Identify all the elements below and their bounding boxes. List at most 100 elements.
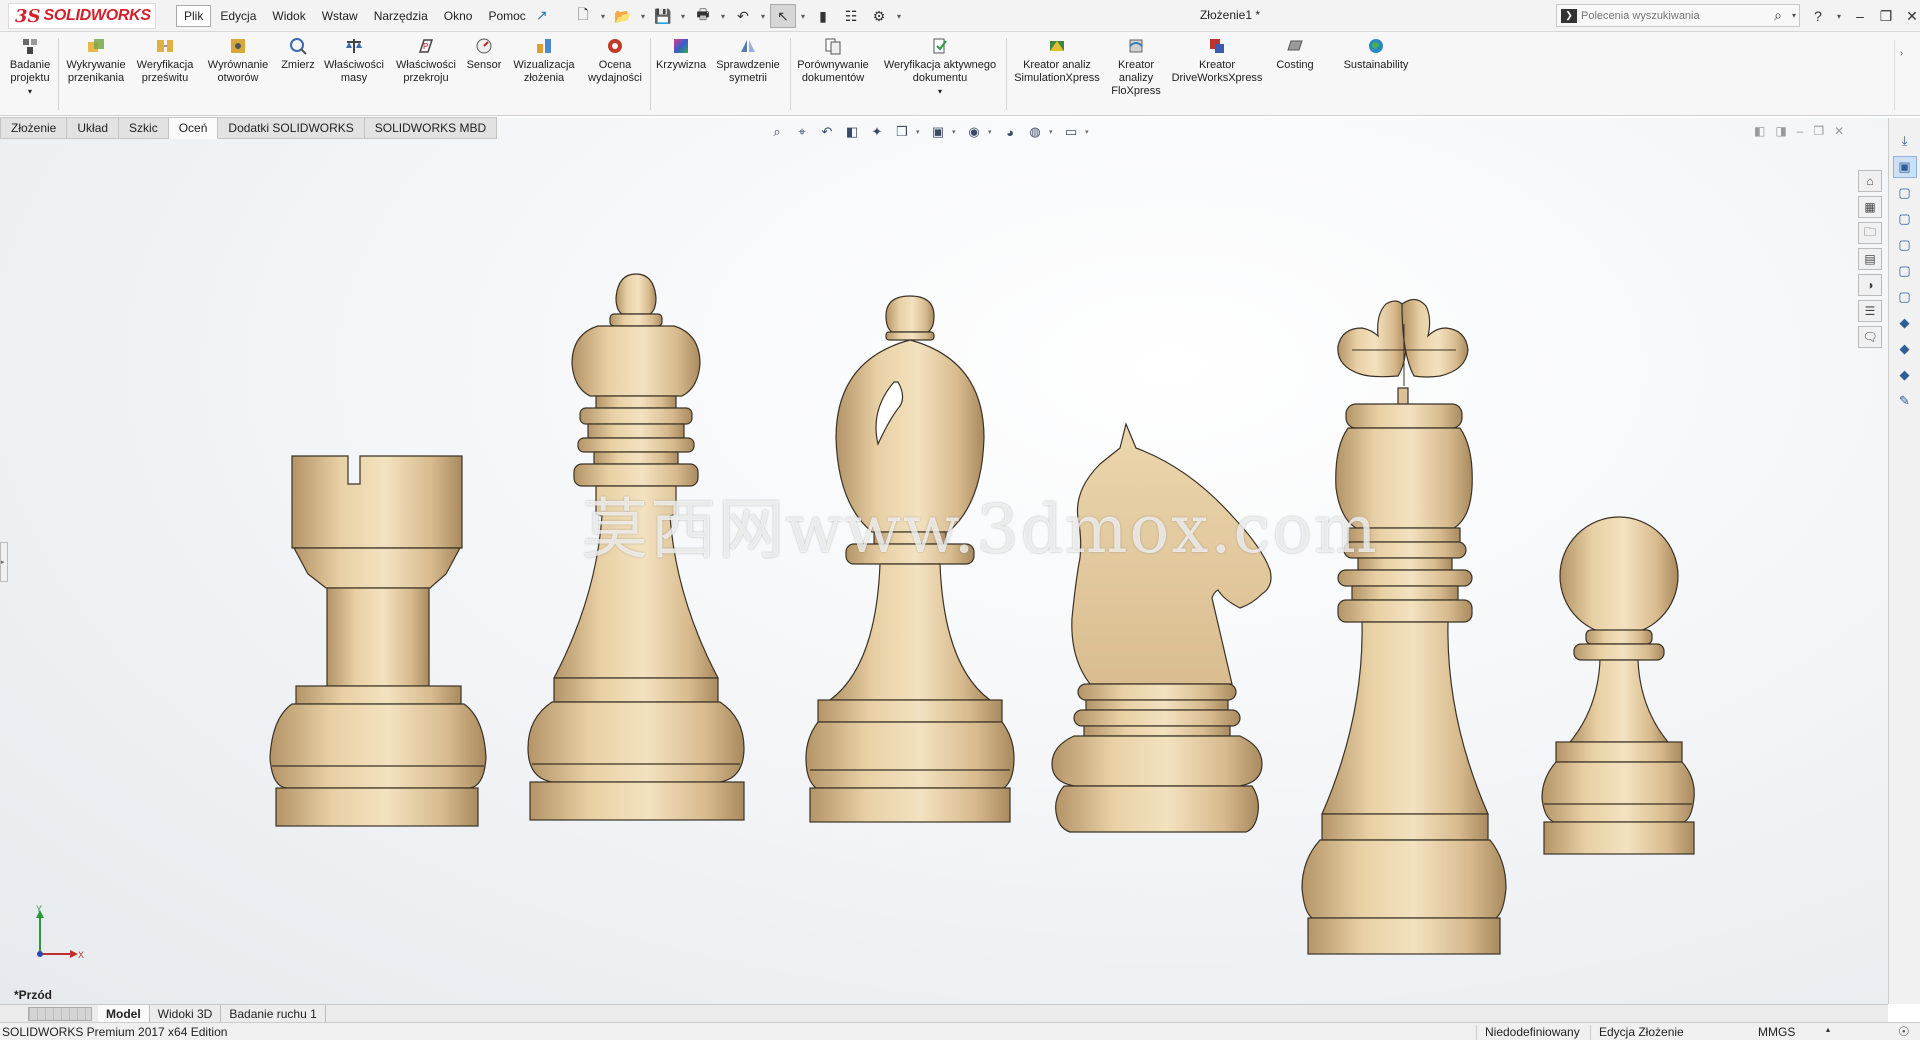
rook-piece[interactable] (269, 455, 487, 827)
isometric-cube-icon[interactable]: ◆ (1893, 312, 1917, 334)
driveworksxpress-button[interactable]: Kreator DriveWorksXpress (1168, 36, 1266, 85)
costing-label: Costing (1276, 59, 1314, 71)
floxpress-label-3: FloXpress (1111, 85, 1161, 97)
menu-pomoc[interactable]: Pomoc (481, 6, 532, 26)
tab-scroller[interactable] (28, 1006, 92, 1021)
simulationxpress-button[interactable]: Kreator analiz SimulationXpress (1010, 36, 1104, 85)
menu-okno[interactable]: Okno (437, 6, 480, 26)
check-active-document-button[interactable]: Weryfikacja aktywnego dokumentu ▾ (878, 36, 1002, 98)
custom-properties-icon[interactable]: ☰ (1858, 300, 1882, 322)
mass-properties-icon (346, 39, 362, 53)
tab-3d-views[interactable]: Widoki 3D (150, 1004, 222, 1023)
costing-button[interactable]: Costing (1268, 36, 1322, 72)
assembly-visualization-button[interactable]: Wizualizacja złożenia (508, 36, 580, 85)
tab-model[interactable]: Model (98, 1004, 150, 1023)
task-pane-collapse-icon[interactable]: ⤓ (1893, 130, 1917, 152)
dimetric-cube-icon[interactable]: ◆ (1893, 364, 1917, 386)
hole-alignment-label-1: Wyrównanie (207, 59, 269, 71)
sensor-gauge-icon (476, 38, 492, 54)
undo-icon[interactable]: ↶ (730, 4, 756, 28)
search-icon[interactable]: ⌕ (1767, 7, 1789, 24)
driveworksxpress-icon (1210, 39, 1224, 53)
design-library-icon[interactable]: ▦ (1858, 196, 1882, 218)
floxpress-button[interactable]: Kreator analizy FloXpress (1104, 36, 1168, 98)
tab-motion-study[interactable]: Badanie ruchu 1 (221, 1004, 326, 1023)
select-dropdown-caret[interactable]: ▾ (798, 12, 808, 21)
task-pane: ⤓ ▣ ▢ ▢ ▢ ▢ ▢ ◆ ◆ ◆ ✎ (1888, 118, 1920, 1004)
menu-widok[interactable]: Widok (265, 6, 312, 26)
appearances-icon[interactable]: ◑ (1858, 274, 1882, 296)
section-properties-button[interactable]: P Właściwości przekroju (394, 36, 458, 85)
help-dropdown-caret[interactable]: ▾ (1834, 12, 1844, 21)
simulationxpress-label-1: Kreator analiz (1023, 59, 1091, 71)
view-left-cube-icon[interactable]: ▢ (1893, 260, 1917, 282)
compare-documents-button[interactable]: Porównywanie dokumentów (794, 36, 872, 85)
undo-dropdown-caret[interactable]: ▾ (758, 12, 768, 21)
measure-button[interactable]: Zmierz (278, 36, 318, 72)
traffic-light-rebuild-icon[interactable]: ▮ (810, 4, 836, 28)
symmetry-check-button[interactable]: Sprawdzenie symetrii (712, 36, 784, 85)
clearance-label-1: Weryfikacja (136, 59, 194, 71)
simulationxpress-label-2: SimulationXpress (1014, 72, 1100, 84)
quick-tips-help-icon[interactable]: ☉ (1898, 1024, 1910, 1040)
interference-detection-button[interactable]: Wykrywanie przenikania (62, 36, 130, 85)
file-explorer-folder-icon[interactable]: 🗀 (1858, 222, 1882, 244)
file-properties-icon[interactable]: ☷ (838, 4, 864, 28)
trimetric-cube-icon[interactable]: ◆ (1893, 338, 1917, 360)
sustainability-globe-icon (1369, 39, 1383, 53)
view-top-cube-icon[interactable]: ▢ (1893, 208, 1917, 230)
hole-alignment-button[interactable]: Wyrównanie otworów (202, 36, 274, 85)
check-document-caret-icon[interactable]: ▾ (938, 85, 942, 98)
menu-narzedzia[interactable]: Narzędzia (367, 6, 435, 26)
status-bar: SOLIDWORKS Premium 2017 x64 Edition Nied… (0, 1022, 1920, 1040)
new-dropdown-caret[interactable]: ▾ (598, 12, 608, 21)
section-properties-icon: P (418, 39, 434, 53)
mass-properties-button[interactable]: Właściwości masy (322, 36, 386, 85)
status-edition: SOLIDWORKS Premium 2017 x64 Edition (2, 1025, 228, 1039)
new-document-icon[interactable]: 🗋 (570, 4, 596, 28)
select-cursor-icon[interactable]: ↖ (770, 4, 796, 28)
sustainability-button[interactable]: Sustainability (1336, 36, 1416, 72)
search-dropdown-caret[interactable]: ▾ (1789, 11, 1799, 20)
options-dropdown-caret[interactable]: ▾ (894, 12, 904, 21)
print-dropdown-caret[interactable]: ▾ (718, 12, 728, 21)
view-right-cube-icon[interactable]: ▢ (1893, 234, 1917, 256)
title-bar: 3S SOLIDWORKS Plik Edycja Widok Wstaw Na… (0, 0, 1920, 32)
king-piece[interactable] (1301, 298, 1507, 955)
command-search-box[interactable]: ❯ ⌕ ▾ (1556, 4, 1800, 27)
pencil-sketch-icon[interactable]: ✎ (1893, 390, 1917, 412)
status-units[interactable]: MMGS (1750, 1025, 1795, 1040)
view-front-cube-icon[interactable]: ▢ (1893, 182, 1917, 204)
save-icon[interactable]: 💾 (650, 4, 676, 28)
minimize-icon[interactable]: – (1850, 8, 1870, 24)
view-back-cube-icon[interactable]: ▢ (1893, 286, 1917, 308)
save-dropdown-caret[interactable]: ▾ (678, 12, 688, 21)
performance-evaluation-button[interactable]: Ocena wydajności (584, 36, 646, 85)
restore-icon[interactable]: ❐ (1876, 8, 1896, 25)
ribbon-expand-chevron-icon[interactable]: › (1894, 40, 1908, 110)
design-study-caret-icon[interactable]: ▾ (28, 85, 32, 98)
design-study-button[interactable]: Badanie projektu ▾ (6, 36, 54, 98)
pawn-piece[interactable] (1541, 516, 1695, 855)
menu-plik[interactable]: Plik (176, 5, 212, 27)
open-dropdown-caret[interactable]: ▾ (638, 12, 648, 21)
forum-chat-icon[interactable]: 🗨 (1858, 326, 1882, 348)
view-cube-icon[interactable]: ▣ (1892, 156, 1917, 178)
pin-menu-icon[interactable]: ↗ (536, 7, 548, 24)
solidworks-logo[interactable]: 3S SOLIDWORKS (8, 3, 156, 29)
view-palette-icon[interactable]: ▤ (1858, 248, 1882, 270)
triad-x-label: X (78, 950, 84, 960)
curvature-button[interactable]: Krzywizna (654, 36, 708, 72)
help-icon[interactable]: ? (1808, 8, 1828, 24)
search-input[interactable] (1581, 9, 1767, 22)
clearance-verification-button[interactable]: Weryfikacja prześwitu (134, 36, 196, 85)
open-folder-icon[interactable]: 📂 (610, 4, 636, 28)
solidworks-resources-home-icon[interactable]: ⌂ (1858, 170, 1882, 192)
close-icon[interactable]: ✕ (1902, 8, 1920, 25)
menu-wstaw[interactable]: Wstaw (315, 6, 365, 26)
units-caret-icon[interactable]: ▴ (1826, 1025, 1830, 1034)
print-icon[interactable]: 🖶 (690, 4, 716, 28)
sensor-button[interactable]: Sensor (464, 36, 504, 72)
options-gear-icon[interactable]: ⚙ (866, 4, 892, 28)
menu-edycja[interactable]: Edycja (213, 6, 263, 26)
